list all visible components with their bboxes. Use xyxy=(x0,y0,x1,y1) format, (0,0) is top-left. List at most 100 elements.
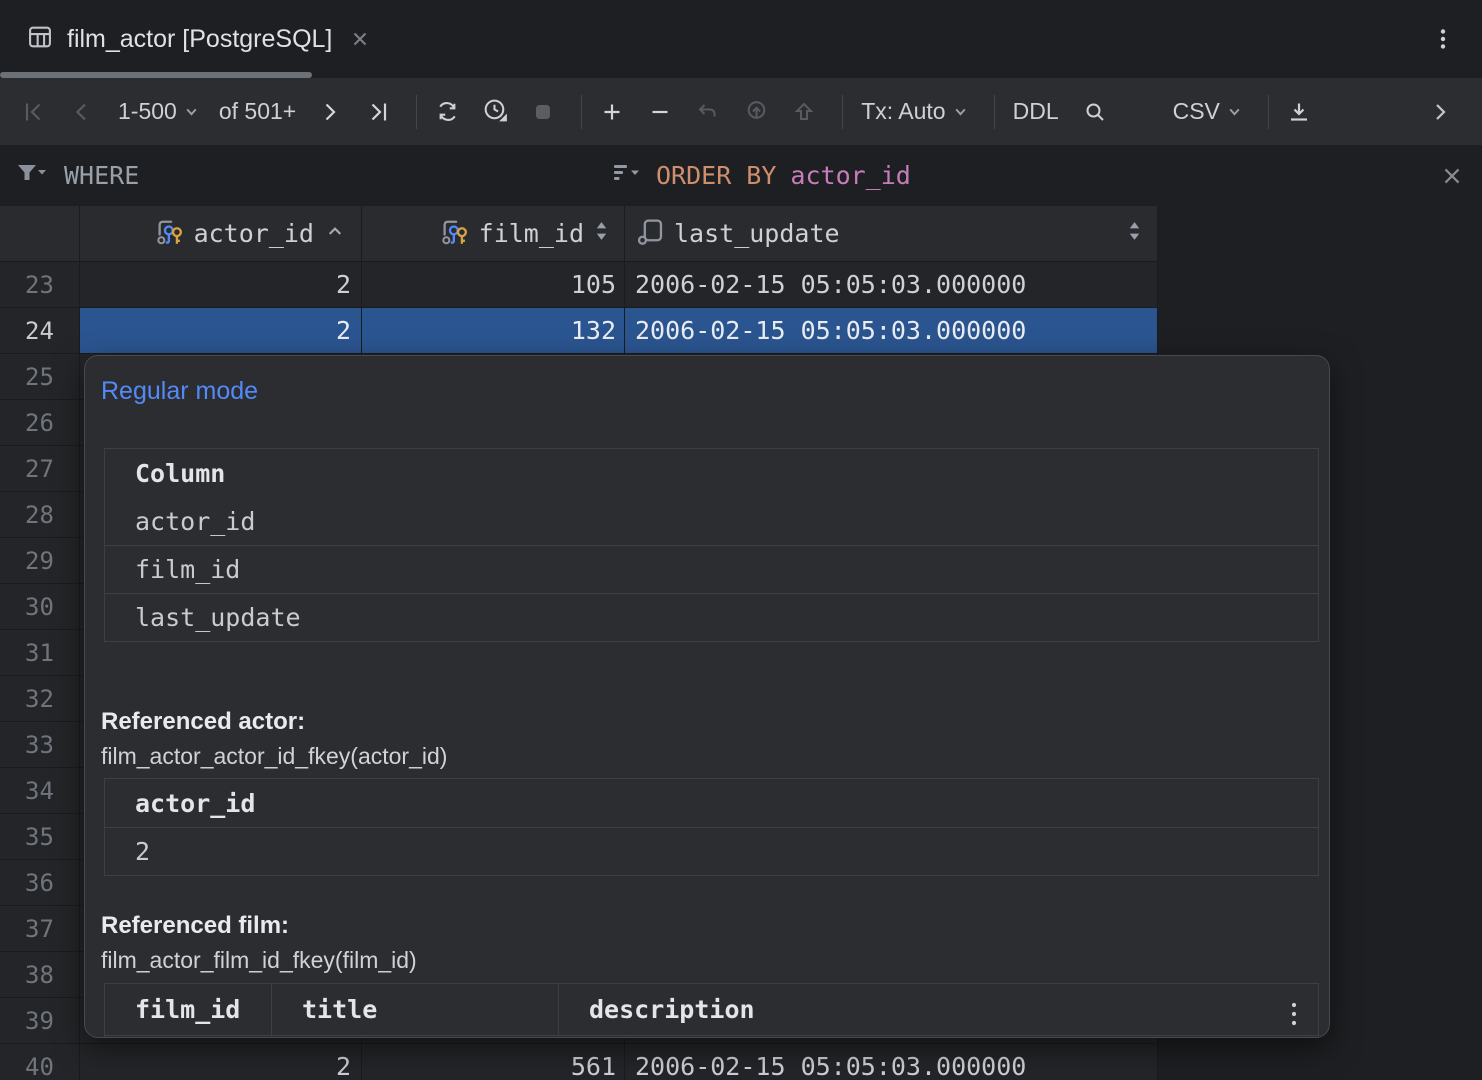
row-number-cell[interactable]: 33 xyxy=(0,722,80,768)
ddl-button[interactable]: DDL xyxy=(1005,91,1067,133)
row-number-cell[interactable]: 34 xyxy=(0,768,80,814)
row-number-cell[interactable]: 30 xyxy=(0,584,80,630)
reload-button[interactable] xyxy=(427,91,467,133)
tab-bar: film_actor [PostgreSQL] xyxy=(0,0,1482,78)
referenced-film-table: film_id title description xyxy=(104,983,1319,1038)
sort-both-icon xyxy=(593,219,610,248)
filter-bar: WHERE ORDER BY actor_id xyxy=(0,145,1482,206)
table-row[interactable]: 4025612006-02-15 05:05:03.000000 xyxy=(0,1044,1158,1080)
close-filter-icon[interactable] xyxy=(1438,162,1466,190)
delete-row-button[interactable] xyxy=(640,91,680,133)
cell-actor-id[interactable]: 2 xyxy=(80,262,362,308)
row-number-cell[interactable]: 40 xyxy=(0,1044,80,1080)
row-number-cell[interactable]: 27 xyxy=(0,446,80,492)
stop-button[interactable] xyxy=(523,91,563,133)
cell-actor-id[interactable]: 2 xyxy=(80,1044,362,1080)
popup-column-row: actor_id xyxy=(105,497,1318,545)
order-by-field[interactable]: ORDER BY actor_id xyxy=(612,145,911,206)
row-number-cell[interactable]: 35 xyxy=(0,814,80,860)
row-number-cell[interactable]: 26 xyxy=(0,400,80,446)
submit-button[interactable] xyxy=(736,91,776,133)
sort-lines-icon xyxy=(612,160,642,191)
record-documentation-popup: Regular mode Column actor_idfilm_idlast_… xyxy=(84,355,1330,1038)
upload-arrow-button[interactable] xyxy=(784,91,824,133)
referenced-actor-header: actor_id xyxy=(105,779,1318,827)
toolbar-more-button[interactable] xyxy=(1420,91,1460,133)
row-number-cell[interactable]: 25 xyxy=(0,354,80,400)
row-number-cell[interactable]: 23 xyxy=(0,262,80,308)
sort-both-icon xyxy=(1126,219,1143,248)
filter-funnel-icon xyxy=(14,160,50,191)
ddl-label: DDL xyxy=(1013,98,1059,125)
table-icon xyxy=(26,23,54,56)
tx-mode-dropdown[interactable]: Tx: Auto xyxy=(853,91,975,133)
row-number-cell[interactable]: 37 xyxy=(0,906,80,952)
first-page-button[interactable] xyxy=(14,91,54,133)
cell-film-id[interactable]: 561 xyxy=(362,1044,625,1080)
row-number-cell[interactable]: 38 xyxy=(0,952,80,998)
export-format-label: CSV xyxy=(1173,98,1220,125)
column-icon xyxy=(635,216,665,252)
cell-film-id[interactable]: 132 xyxy=(362,308,625,354)
column-header-actor-id[interactable]: actor_id xyxy=(80,206,362,262)
cell-last-update[interactable]: 2006-02-15 05:05:03.000000 xyxy=(625,308,1158,354)
table-row[interactable]: 2321052006-02-15 05:05:03.000000 xyxy=(0,262,1158,308)
column-header-label: last_update xyxy=(674,219,840,248)
revert-button[interactable] xyxy=(688,91,728,133)
cell-actor-id[interactable]: 2 xyxy=(80,308,362,354)
where-filter-field[interactable]: WHERE xyxy=(14,145,139,206)
primary-foreign-key-icon xyxy=(155,216,185,252)
next-page-button[interactable] xyxy=(310,91,350,133)
toolbar-separator xyxy=(416,95,417,129)
chevron-down-icon xyxy=(184,104,199,119)
row-number-cell[interactable]: 36 xyxy=(0,860,80,906)
referenced-actor-value: 2 xyxy=(105,827,1318,875)
chevron-down-icon xyxy=(953,104,968,119)
grid-header-row: actor_id film_id xyxy=(0,206,1158,262)
popup-more-kebab-icon[interactable] xyxy=(1281,999,1307,1031)
popup-column-row: last_update xyxy=(105,593,1318,641)
previous-page-button[interactable] xyxy=(62,91,102,133)
chevron-down-icon xyxy=(1227,104,1242,119)
row-number-cell[interactable]: 28 xyxy=(0,492,80,538)
popup-column-row: film_id xyxy=(105,545,1318,593)
row-number-cell[interactable]: 31 xyxy=(0,630,80,676)
referenced-actor-table: actor_id 2 xyxy=(104,778,1319,876)
row-number-cell[interactable]: 39 xyxy=(0,998,80,1044)
tab-options-kebab-icon[interactable] xyxy=(1428,24,1458,54)
referenced-actor-fkey: film_actor_actor_id_fkey(actor_id) xyxy=(101,743,447,770)
tab-close-icon[interactable] xyxy=(349,28,371,50)
column-header-last-update[interactable]: last_update xyxy=(625,206,1158,262)
column-header-label: actor_id xyxy=(194,219,314,248)
cell-film-id[interactable]: 105 xyxy=(362,262,625,308)
column-header-film-id[interactable]: film_id xyxy=(362,206,625,262)
cell-last-update[interactable]: 2006-02-15 05:05:03.000000 xyxy=(625,1044,1158,1080)
referenced-film-header-title: title xyxy=(272,984,559,1036)
gutter-header-cell xyxy=(0,206,80,262)
tab-film-actor[interactable]: film_actor [PostgreSQL] xyxy=(0,0,389,78)
auto-refresh-clock-button[interactable] xyxy=(475,91,515,133)
row-number-cell[interactable]: 32 xyxy=(0,676,80,722)
tx-mode-label: Tx: Auto xyxy=(861,98,945,125)
toolbar-separator xyxy=(581,95,582,129)
referenced-actor-title: Referenced actor: xyxy=(101,708,305,736)
toolbar-separator xyxy=(994,95,995,129)
table-row[interactable]: 2421322006-02-15 05:05:03.000000 xyxy=(0,308,1158,354)
page-range-dropdown[interactable]: 1-500 xyxy=(110,91,207,133)
row-number-cell[interactable]: 29 xyxy=(0,538,80,584)
tab-title: film_actor [PostgreSQL] xyxy=(67,25,332,54)
toolbar-separator xyxy=(842,95,843,129)
cell-last-update[interactable]: 2006-02-15 05:05:03.000000 xyxy=(625,262,1158,308)
regular-mode-link[interactable]: Regular mode xyxy=(101,377,258,406)
row-number-cell[interactable]: 24 xyxy=(0,308,80,354)
last-page-button[interactable] xyxy=(358,91,398,133)
column-header-label: film_id xyxy=(479,219,584,248)
page-range-label: 1-500 xyxy=(118,98,177,125)
search-icon[interactable] xyxy=(1075,91,1115,133)
referenced-film-title: Referenced film: xyxy=(101,912,289,940)
add-row-button[interactable] xyxy=(592,91,632,133)
columns-table: Column actor_idfilm_idlast_update xyxy=(104,448,1319,642)
download-button[interactable] xyxy=(1279,91,1319,133)
export-format-dropdown[interactable]: CSV xyxy=(1165,91,1250,133)
columns-table-header: Column xyxy=(105,449,1318,497)
